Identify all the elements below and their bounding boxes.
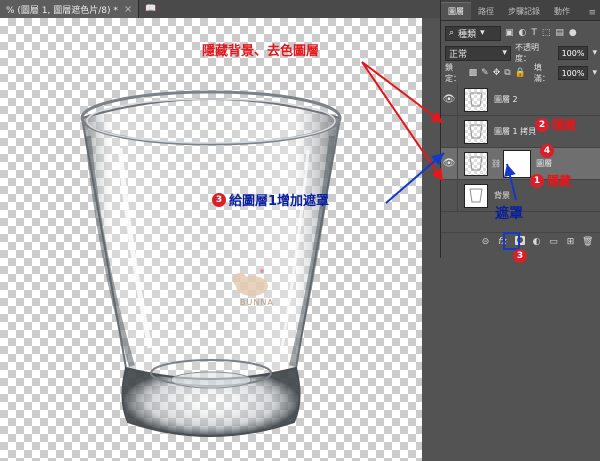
layer-mask-thumbnail[interactable] [504,150,531,177]
canvas-scroll-gutter [422,18,440,461]
eye-hidden-icon[interactable]: 👁 [441,190,457,201]
panel-bottom-toolbar: ⊝ fx ◐ ▭ ⊞ 🗑 [441,232,600,250]
adjustment-filter-icon[interactable]: ◐ [519,28,527,38]
search-icon: ⌕ [449,28,455,38]
lock-row: 鎖定： ▩ ✎ ✥ ⧉ 🔒 填滿： 100% ▾ [441,63,600,83]
lock-transparent-icon[interactable]: ▩ [469,68,478,78]
annotation-hide-background: 隱藏背景、去色圖層 [202,44,320,59]
layer-row-selected[interactable]: 👁 ⛓ 圖層 [441,148,600,180]
filter-label: 種類 [458,29,477,40]
chevron-down-icon: ▾ [502,48,507,58]
layer-row[interactable]: 👁 圖層 1 拷貝 [441,116,600,148]
filter-select[interactable]: ⌕ 種類 ▾ [445,25,501,41]
annotation-hide-2: 2 隱藏 [535,116,576,133]
annotation-badge-4: 4 [540,144,554,158]
layer-list: 👁 圖層 2 👁 圖層 1 拷貝 👁 ⛓ 圖層 👁 [441,84,600,212]
eye-icon[interactable]: 👁 [441,158,457,169]
mask-button-highlight [503,232,520,250]
lock-artboard-icon[interactable]: ⧉ [504,68,510,78]
lock-label: 鎖定： [445,63,461,83]
badge-2: 2 [535,117,549,132]
badge-4: 4 [540,144,554,158]
document-tab-title: % (圖層 1, 圖層遮色片/8) * [6,5,118,16]
badge-1: 1 [530,173,544,188]
pixel-filter-icon[interactable]: ▣ [505,28,514,38]
chevron-down-icon: ▾ [480,28,485,38]
layer-thumbnail [464,151,488,176]
chevron-down-icon[interactable]: ▾ [592,68,597,78]
layer-name: 圖層 [536,159,553,168]
annotation-hide-1: 1 隱藏 [530,172,571,189]
filter-row: ⌕ 種類 ▾ ▣ ◐ T ⬚ ▤ ● [441,23,600,43]
lock-position-icon[interactable]: ✥ [493,68,501,78]
tab-paths[interactable]: 路徑 [471,3,501,20]
filter-icons: ▣ ◐ T ⬚ ▤ ● [505,28,577,38]
watermark-text: BUNNA [240,298,274,307]
link-icon[interactable]: ⊝ [480,237,491,247]
tab-history[interactable]: 步驟記錄 [501,3,547,20]
annotation-add-mask-text: 給圖層1增加遮罩 [229,194,330,209]
smart-object-filter-icon[interactable]: ▤ [555,28,564,38]
layer-name: 圖層 1 拷貝 [494,127,537,136]
panel-menu-icon[interactable]: ≡ [583,6,600,20]
annotation-hide-2-text: 隱藏 [552,118,577,132]
chevron-down-icon[interactable]: ▾ [592,48,597,58]
folder-icon[interactable]: ▭ [548,237,559,247]
opacity-input[interactable]: 100% [557,46,589,60]
new-layer-icon[interactable]: ⊞ [565,237,576,247]
panel-tabs: 圖層 路徑 步驟記錄 動作 ≡ [441,0,600,21]
type-filter-icon[interactable]: T [531,28,537,38]
fill-label: 填滿： [533,63,550,83]
blend-mode-value: 正常 [449,49,468,60]
document-tab[interactable]: % (圖層 1, 圖層遮色片/8) * × [0,0,140,18]
badge-3: 3 [212,192,226,207]
fill-input[interactable]: 100% [557,66,589,80]
lock-all-icon[interactable]: 🔒 [515,68,526,78]
layer-thumbnail [464,183,488,208]
annotation-hide-1-text: 隱藏 [547,174,572,188]
adjustment-icon[interactable]: ◐ [531,237,542,247]
layer-thumbnail [464,119,488,144]
tab-layers[interactable]: 圖層 [441,2,471,20]
badge-3-bottom: 3 [513,249,527,263]
layer-name: 圖層 2 [494,95,518,104]
trash-icon[interactable]: 🗑 [582,237,593,247]
close-icon[interactable]: × [124,4,132,15]
lock-pixels-icon[interactable]: ✎ [481,68,489,78]
blend-mode-select[interactable]: 正常 ▾ [445,45,511,61]
tab-actions[interactable]: 動作 [547,3,577,20]
layer-row[interactable]: 👁 圖層 2 [441,84,600,116]
eye-icon[interactable]: 👁 [441,94,457,105]
annotation-add-mask: 3 給圖層1增加遮罩 [212,190,329,209]
annotation-mask-label: 遮罩 [495,206,523,222]
document-tab-bar: % (圖層 1, 圖層遮色片/8) * × 📖 [0,0,440,19]
filter-toggle-icon[interactable]: ● [569,28,577,38]
shape-filter-icon[interactable]: ⬚ [542,28,551,38]
layer-thumbnail [464,87,488,112]
chain-link-icon[interactable]: ⛓ [491,159,501,168]
blend-row: 正常 ▾ 不透明度： 100% ▾ [441,43,600,63]
canvas[interactable]: BUNNA [0,18,440,461]
glass-image [80,90,342,437]
layer-name: 背景 [494,191,510,200]
document-tab-2[interactable]: 📖 [139,0,162,18]
opacity-label: 不透明度： [514,43,539,63]
annotation-badge-3-bottom: 3 [513,249,527,263]
eye-hidden-icon[interactable]: 👁 [441,126,457,137]
